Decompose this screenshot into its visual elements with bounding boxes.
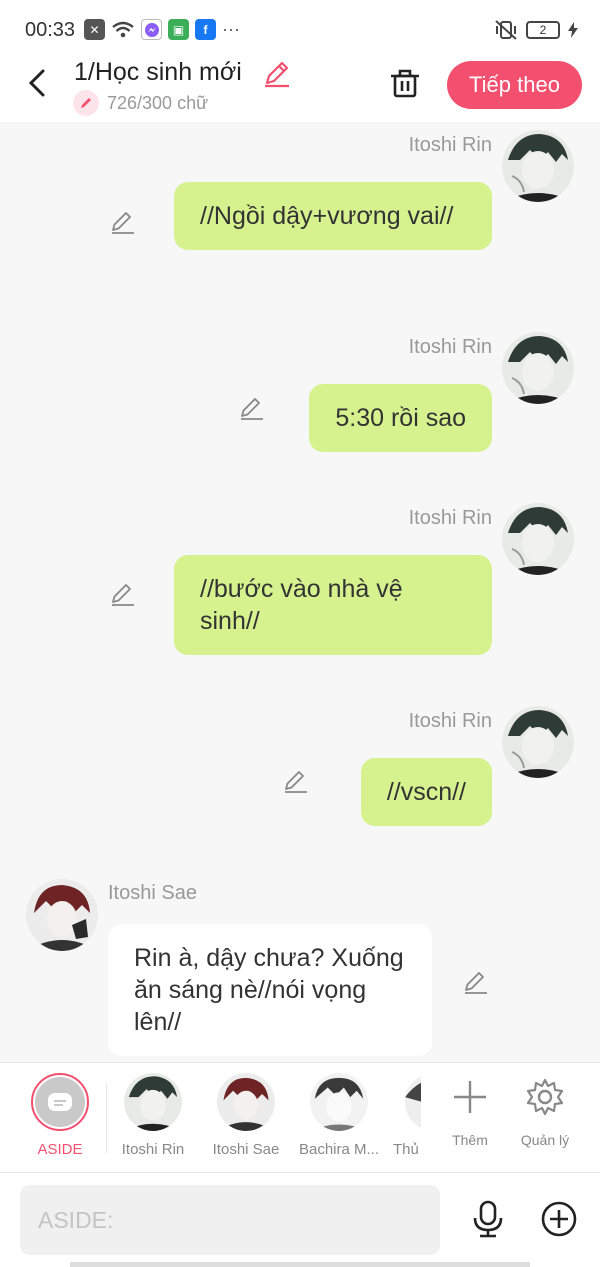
message-text: Rin à, dậy chưa? Xuống ăn sáng nè//nói v… — [134, 944, 404, 1036]
edit-message-icon[interactable] — [109, 208, 137, 236]
message-bubble[interactable]: //bước vào nhà vệ sinh// — [174, 555, 492, 655]
chat-area: Itoshi Rin //Ngồi dậy+vương vai// Itoshi… — [0, 122, 600, 1062]
message-text: 5:30 rồi sao — [335, 404, 466, 432]
sender-name: Itoshi Rin — [408, 710, 492, 732]
notification-icon: ▣ — [168, 19, 189, 40]
back-button[interactable] — [22, 66, 52, 100]
plus-icon — [454, 1081, 486, 1113]
wifi-icon — [112, 21, 134, 37]
avatar-partial — [405, 1073, 421, 1131]
charging-icon — [568, 22, 578, 38]
edit-message-icon[interactable] — [282, 767, 310, 795]
character-bar: ASIDE Itoshi Rin Itoshi Sae Bachira M...… — [0, 1062, 600, 1172]
edit-title-icon[interactable] — [262, 58, 292, 88]
avatar-itoshi-sae[interactable] — [26, 879, 98, 951]
manage-label: Quản lý — [520, 1132, 570, 1148]
add-character-button[interactable]: Thêm — [435, 1077, 505, 1148]
microphone-icon[interactable] — [468, 1199, 508, 1239]
next-button[interactable]: Tiếp theo — [447, 61, 582, 109]
message-bubble[interactable]: //Ngồi dậy+vương vai// — [174, 182, 492, 250]
message-text: //bước vào nhà vệ sinh// — [200, 575, 403, 635]
add-circle-icon[interactable] — [540, 1200, 578, 1238]
character-itoshi-rin[interactable]: Itoshi Rin — [108, 1073, 198, 1158]
message-text: //Ngồi dậy+vương vai// — [200, 202, 454, 230]
sender-name: Itoshi Rin — [408, 134, 492, 156]
messenger-icon — [141, 19, 162, 40]
character-bachira[interactable]: Bachira M... — [294, 1073, 384, 1158]
mute-vibrate-icon — [495, 20, 517, 40]
character-label: ASIDE — [37, 1141, 83, 1158]
battery-icon: 2 — [526, 21, 560, 39]
bottom-strip — [70, 1262, 530, 1267]
character-label: Itoshi Sae — [212, 1141, 280, 1158]
chevron-left-icon — [28, 69, 45, 97]
divider — [106, 1083, 107, 1153]
message-text: //vscn// — [386, 778, 466, 806]
avatar-itoshi-rin[interactable] — [502, 503, 574, 575]
character-aside[interactable]: ASIDE — [15, 1073, 105, 1158]
page-title: 1/Học sinh mới — [74, 58, 242, 86]
sender-name: Itoshi Rin — [408, 507, 492, 529]
edit-message-icon[interactable] — [238, 394, 266, 422]
avatar-itoshi-rin[interactable] — [502, 706, 574, 778]
avatar-itoshi-sae — [217, 1073, 275, 1131]
avatar-itoshi-rin[interactable] — [502, 130, 574, 202]
message-bubble[interactable]: 5:30 rồi sao — [309, 384, 492, 452]
status-time: 00:33 — [25, 19, 76, 41]
avatar-itoshi-rin — [124, 1073, 182, 1131]
character-itoshi-sae[interactable]: Itoshi Sae — [201, 1073, 291, 1158]
sender-name: Itoshi Rin — [408, 336, 492, 358]
word-count: 726/300 chữ — [107, 93, 209, 113]
close-box-icon: ✕ — [84, 19, 105, 40]
trash-icon[interactable] — [387, 65, 423, 101]
edit-message-icon[interactable] — [462, 968, 490, 996]
status-right: 2 — [494, 19, 578, 41]
message-bubble[interactable]: Rin à, dậy chưa? Xuống ăn sáng nè//nói v… — [108, 924, 432, 1056]
aside-avatar — [31, 1073, 89, 1131]
message-bubble[interactable]: //vscn// — [360, 758, 492, 826]
avatar-itoshi-rin[interactable] — [502, 332, 574, 404]
add-label: Thêm — [452, 1132, 488, 1148]
chat-bubble-icon — [48, 1093, 72, 1111]
editor-header: 1/Học sinh mới 726/300 chữ Tiếp theo — [0, 58, 600, 122]
manage-button[interactable]: Quản lý — [510, 1077, 580, 1148]
edit-message-icon[interactable] — [109, 580, 137, 608]
facebook-icon: f — [195, 19, 216, 40]
character-label: Bachira M... — [298, 1141, 380, 1158]
gear-icon — [526, 1078, 564, 1116]
status-bar: 00:33 ✕ ▣ f ··· 2 — [0, 0, 600, 58]
sender-name: Itoshi Sae — [108, 882, 197, 904]
character-label: Itoshi Rin — [121, 1141, 185, 1158]
avatar-bachira — [310, 1073, 368, 1131]
character-label: Thủ — [393, 1141, 419, 1158]
word-count-icon — [73, 90, 99, 116]
character-partial[interactable]: Thủ — [387, 1073, 421, 1158]
more-icon: ··· — [222, 19, 240, 39]
input-bar — [0, 1172, 600, 1267]
status-icons: ✕ ▣ f ··· — [84, 19, 240, 40]
message-input[interactable] — [20, 1185, 440, 1255]
